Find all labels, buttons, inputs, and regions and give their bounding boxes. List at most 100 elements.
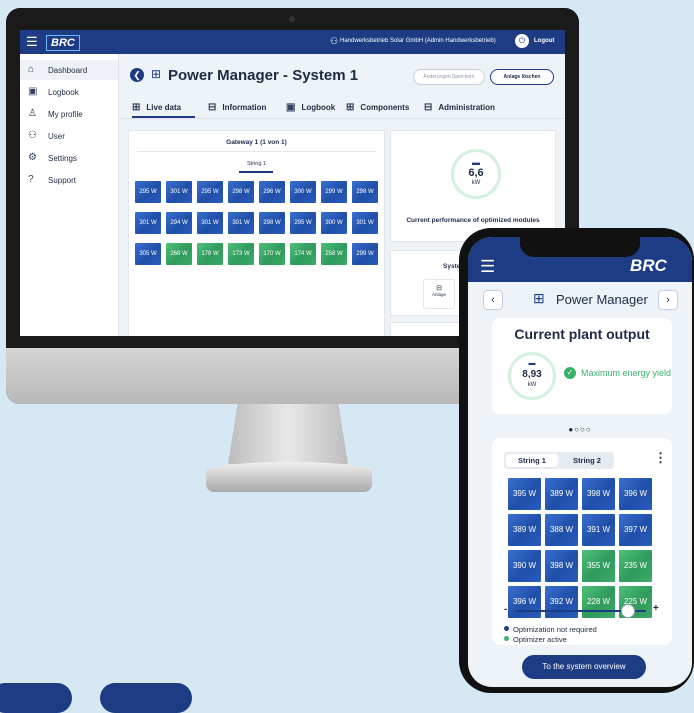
sidebar-item-settings[interactable]: ⚙ Settings [20,148,118,168]
gear-icon: ⚙ [28,152,37,163]
solar-module[interactable]: 301 W [166,181,192,203]
sidebar: ⌂ Dashboard ▣ Logbook ♙ My profile ⚇ Use… [20,54,119,336]
tab-logbook[interactable]: ▣ Logbook [286,102,335,113]
sidebar-item-logbook[interactable]: ▣ Logbook [20,82,118,102]
solar-module[interactable]: 295 W [135,181,161,203]
solar-module[interactable]: 392 W [545,586,578,618]
plant-icon: ⊟ [436,285,442,292]
tab-string-1[interactable]: String 1 [506,454,558,467]
monitor-stand-neck [228,404,348,464]
nav-title: Power Manager [556,292,648,307]
solar-module[interactable]: 398 W [582,478,615,510]
logout-button[interactable]: Logout [534,38,554,44]
person-icon: ♙ [28,108,37,119]
string-tab-underline [239,171,273,173]
camera-dot [289,16,295,22]
solar-module[interactable]: 299 W [352,243,378,265]
save-changes-button[interactable]: Änderungen Speichern [413,69,485,85]
tab-divider [120,118,565,119]
brc-logo: BRC [630,256,667,275]
solar-module[interactable]: 295 W [197,181,223,203]
next-button[interactable]: › [658,290,678,310]
system-overview-button[interactable]: To the system overview [522,655,646,679]
solar-module[interactable]: 301 W [197,212,223,234]
solar-module[interactable]: 396 W [508,586,541,618]
solar-module[interactable]: 295 W [290,212,316,234]
solar-module[interactable]: 174 W [290,243,316,265]
string-tab[interactable]: String 1 [129,161,384,167]
slider-plus[interactable]: + [653,603,659,614]
tab-information[interactable]: ⊟ Information [208,102,266,113]
more-options-icon[interactable]: ⋮ [654,450,667,466]
menu-icon[interactable]: ☰ [480,258,495,275]
solar-module[interactable]: 396 W [619,478,652,510]
solar-module[interactable]: 300 W [290,181,316,203]
solar-module[interactable]: 395 W [508,478,541,510]
gateway-title: Gateway 1 (1 von 1) [226,139,287,146]
solar-module[interactable]: 268 W [166,243,192,265]
sidebar-item-dashboard[interactable]: ⌂ Dashboard [20,60,118,80]
status-item-anlage[interactable]: ⊟ Anlage [423,279,455,309]
brc-logo: BRC [46,35,80,51]
solar-module[interactable]: 388 W [545,514,578,546]
delete-system-button[interactable]: Anlage löschen [490,69,554,85]
solar-module[interactable]: 298 W [259,212,285,234]
solar-module[interactable]: 301 W [228,212,254,234]
solar-module[interactable]: 258 W [321,243,347,265]
gateway-panel: Gateway 1 (1 von 1) String 1 295 W 301 W2… [128,130,385,336]
components-icon: ⊞ [346,102,355,113]
performance-card: ▬ 6,6 kW Current performance of optimize… [390,130,556,242]
solar-module[interactable]: 390 W [508,550,541,582]
tab-label: Logbook [301,103,336,112]
carousel-dots[interactable]: ●○○○ [468,425,692,434]
solar-module[interactable]: 397 W [619,514,652,546]
output-value: 8,93 [522,369,542,380]
monitor-stand-foot [206,462,372,492]
slider-minus[interactable]: - [504,604,507,615]
solar-module[interactable]: 355 W [582,550,615,582]
previous-button[interactable]: ‹ [483,290,503,310]
solar-module[interactable]: 294 W [166,212,192,234]
tab-live-data[interactable]: ⊞ Live data [132,102,181,113]
tab-administration[interactable]: ⊟ Administration [424,102,495,113]
solar-module[interactable]: 296 W [259,181,285,203]
solar-module[interactable]: 299 W [321,181,347,203]
tab-string-2[interactable]: String 2 [562,454,612,467]
tab-components[interactable]: ⊞ Components [346,102,409,113]
solar-module[interactable]: 173 W [228,243,254,265]
solar-module[interactable]: 398 W [545,550,578,582]
solar-module[interactable]: 298 W [228,181,254,203]
solar-module[interactable]: 170 W [259,243,285,265]
solar-module[interactable]: 300 W [321,212,347,234]
current-user: Handwerksbetrieb Solar GmbH (Admin Handw… [340,38,496,44]
slider-handle[interactable] [621,604,635,618]
logout-icon[interactable]: ⏻ [515,34,529,48]
solar-module[interactable]: 391 W [582,514,615,546]
solar-module[interactable]: 389 W [508,514,541,546]
plant-output-card: Current plant output ▬ 8,93 kW ✓ Maximum… [492,318,672,414]
solar-module[interactable]: 301 W [135,212,161,234]
solar-module[interactable]: 228 W [582,586,615,618]
sidebar-item-support[interactable]: ? Support [20,170,118,190]
back-button[interactable]: ❮ [130,68,144,82]
legend-label: Optimization not required [513,625,597,634]
solar-module[interactable]: 389 W [545,478,578,510]
performance-gauge: ▬ 6,6 kW [451,149,501,199]
decorative-pill [0,683,72,713]
sidebar-item-label: Dashboard [48,66,88,75]
solar-panel-icon: ▬ [528,360,536,367]
sidebar-item-my-profile[interactable]: ♙ My profile [20,104,118,124]
gateway-divider [137,151,376,152]
solar-module[interactable]: 305 W [135,243,161,265]
solar-module[interactable]: 298 W [352,181,378,203]
sidebar-item-label: Settings [48,154,77,163]
book-icon: ▣ [28,86,38,97]
top-bar: ☰ BRC ⚇ Handwerksbetrieb Solar GmbH (Adm… [20,30,565,54]
sidebar-item-user[interactable]: ⚇ User [20,126,118,146]
menu-icon[interactable]: ☰ [26,35,38,48]
tab-label: Live data [146,103,182,112]
solar-module[interactable]: 301 W [352,212,378,234]
solar-module[interactable]: 178 W [197,243,223,265]
solar-panel-icon: ⊞ [151,67,162,81]
solar-module[interactable]: 235 W [619,550,652,582]
